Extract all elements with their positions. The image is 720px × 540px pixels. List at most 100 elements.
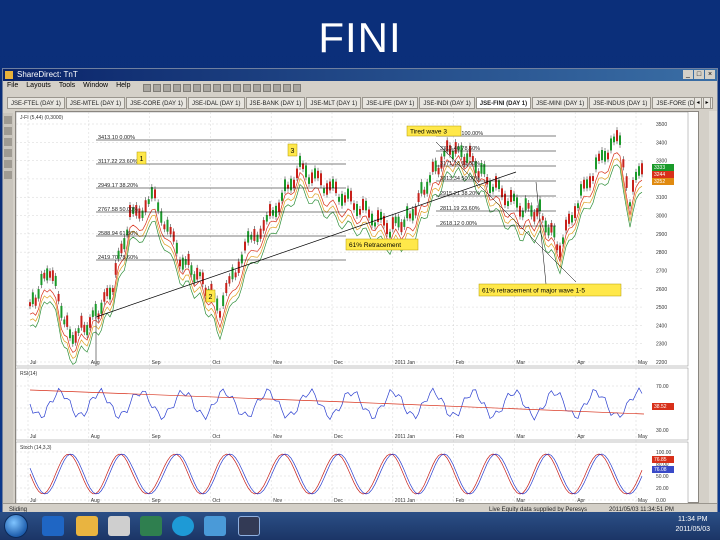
- candle: [103, 292, 106, 302]
- clock[interactable]: 11:34 PM 2011/05/03: [675, 515, 710, 535]
- toolbar-icon[interactable]: [253, 84, 261, 92]
- candle: [638, 166, 640, 176]
- candle: [516, 197, 518, 208]
- tab-jse-mtel[interactable]: JSE-MTEL (DAY 1): [65, 97, 126, 109]
- fib-label-right: 3013.34 50.00%: [440, 176, 480, 182]
- maximize-button[interactable]: □: [694, 70, 704, 79]
- candle: [329, 181, 331, 191]
- candle: [610, 138, 612, 151]
- toolbar-icon[interactable]: [183, 84, 191, 92]
- tool-icon[interactable]: [4, 160, 12, 168]
- candle: [480, 163, 483, 174]
- y-tick-label: 3000: [656, 214, 667, 220]
- minimize-button[interactable]: _: [683, 70, 693, 79]
- ie-icon[interactable]: [42, 516, 64, 536]
- price-chart[interactable]: 3413.10 0.00% 3117.22 23.60% 2949.17 38.20…: [16, 112, 700, 504]
- toolbar-icon[interactable]: [243, 84, 251, 92]
- candle: [308, 177, 310, 184]
- tab-jse-idal[interactable]: JSE-IDAL (DAY 1): [187, 97, 245, 109]
- x-tick-label: Nov: [273, 434, 282, 440]
- tab-jse-mini[interactable]: JSE-MINI (DAY 1): [532, 97, 589, 109]
- sharedirect-window: ShareDirect: TnT _ □ × File Layouts Tools W…: [2, 68, 718, 515]
- candle: [495, 176, 497, 188]
- media-player-icon[interactable]: [108, 516, 130, 536]
- candle: [400, 222, 403, 233]
- toolbar-icon[interactable]: [163, 84, 171, 92]
- toolbar-icon[interactable]: [223, 84, 231, 92]
- tool-icon[interactable]: [4, 149, 12, 157]
- toolbar-icon[interactable]: [143, 84, 151, 92]
- close-button[interactable]: ×: [705, 70, 715, 79]
- candle: [504, 193, 506, 206]
- toolbar-icon[interactable]: [273, 84, 281, 92]
- toolbar-icon[interactable]: [293, 84, 301, 92]
- candle: [406, 206, 409, 219]
- tab-jse-indus[interactable]: JSE-INDUS (DAY 1): [589, 97, 652, 109]
- toolbar-icon[interactable]: [173, 84, 181, 92]
- start-button[interactable]: [4, 514, 28, 538]
- candle: [562, 237, 564, 244]
- tab-jse-bank[interactable]: JSE-BANK (DAY 1): [245, 97, 306, 109]
- sharedirect-icon[interactable]: [238, 516, 260, 536]
- tab-jse-indi[interactable]: JSE-INDI (DAY 1): [419, 97, 475, 109]
- candle: [326, 183, 328, 195]
- system-tray[interactable]: [620, 521, 650, 531]
- candle: [172, 231, 175, 242]
- window-titlebar[interactable]: ShareDirect: TnT _ □ ×: [3, 69, 717, 81]
- candle: [559, 245, 561, 258]
- toolbar-icon[interactable]: [263, 84, 271, 92]
- x-tick-label: May: [638, 434, 648, 440]
- tired-wave-label: Tired wave 3: [410, 129, 447, 136]
- candle: [489, 181, 491, 193]
- candle: [622, 159, 625, 168]
- tool-icon[interactable]: [4, 116, 12, 124]
- tab-jse-ftel[interactable]: JSE-FTEL (DAY 1): [7, 97, 65, 109]
- x-tick-label: Nov: [273, 360, 282, 366]
- candle: [544, 220, 547, 233]
- toolbar-icon[interactable]: [283, 84, 291, 92]
- app-icon[interactable]: [140, 516, 162, 536]
- folder-icon[interactable]: [76, 516, 98, 536]
- fib-label-right: 3313.40 78.60%: [440, 146, 480, 152]
- candle: [394, 216, 397, 224]
- candle: [607, 152, 609, 160]
- candle: [179, 259, 181, 267]
- candle: [290, 178, 292, 191]
- candle: [556, 244, 559, 251]
- price-badge: 3252: [654, 179, 665, 185]
- toolbar-icon[interactable]: [153, 84, 161, 92]
- tool-icon[interactable]: [4, 138, 12, 146]
- candle: [80, 315, 83, 328]
- tab-jse-core[interactable]: JSE-CORE (DAY 1): [126, 97, 187, 109]
- candle: [335, 181, 337, 194]
- calendar-icon[interactable]: [204, 516, 226, 536]
- tab-jse-mlt[interactable]: JSE-MLT (DAY 1): [306, 97, 362, 109]
- tab-scroll-right-icon[interactable]: ▸: [703, 97, 711, 109]
- tab-scroll-left-icon[interactable]: ◂: [694, 97, 702, 109]
- candle: [77, 328, 80, 334]
- toolbar-icon[interactable]: [213, 84, 221, 92]
- y-tick-label: 3100: [656, 195, 667, 201]
- candle: [619, 135, 621, 145]
- tab-jse-life[interactable]: JSE-LIFE (DAY 1): [362, 97, 419, 109]
- tool-icon[interactable]: [4, 171, 12, 179]
- candle: [196, 267, 199, 280]
- candle: [216, 298, 219, 311]
- candle: [311, 172, 313, 184]
- candle: [305, 165, 307, 178]
- skype-icon[interactable]: [172, 516, 194, 536]
- candle: [111, 288, 114, 293]
- toolbar-icon[interactable]: [233, 84, 241, 92]
- toolbar-icon[interactable]: [193, 84, 201, 92]
- candle: [157, 202, 160, 212]
- x-tick-label: Dec: [334, 434, 343, 440]
- candle: [426, 181, 429, 194]
- candle: [565, 219, 567, 231]
- tab-jse-fini[interactable]: JSE-FINI (DAY 1): [475, 97, 532, 109]
- vertical-scrollbar[interactable]: [709, 111, 717, 503]
- tool-icon[interactable]: [4, 127, 12, 135]
- toolbar-icon[interactable]: [203, 84, 211, 92]
- chart-area[interactable]: 3413.10 0.00% 3117.22 23.60% 2949.17 38.20…: [15, 111, 700, 504]
- x-tick-label: Sep: [152, 360, 161, 366]
- candle: [225, 282, 228, 294]
